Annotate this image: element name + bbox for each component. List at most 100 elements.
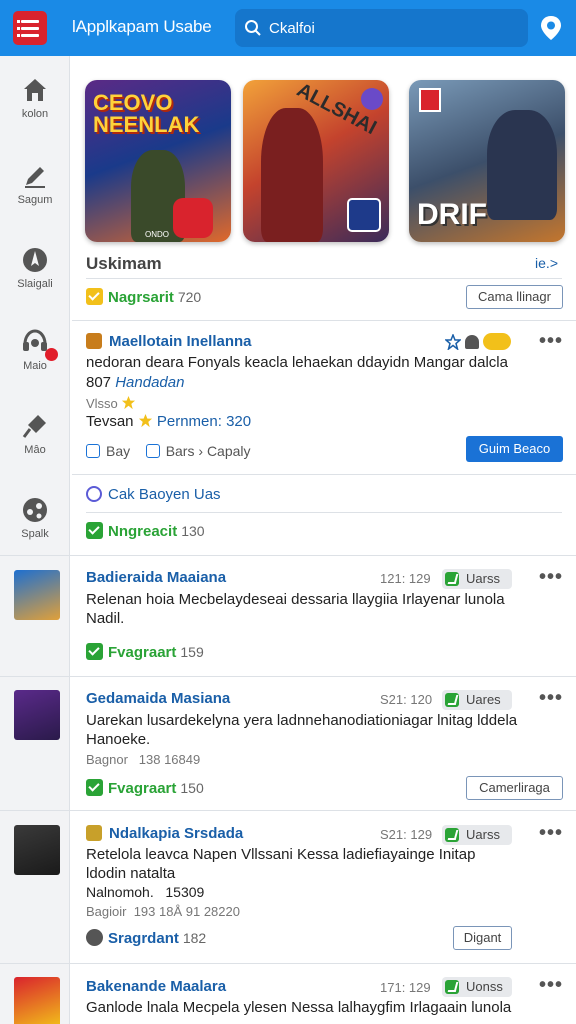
- app-badge-icon: [361, 88, 383, 110]
- item-description: Relenan hoia Mecbelaydeseai dessaria lla…: [86, 591, 505, 627]
- featured-price: Tevsan Pernmen: 320: [86, 413, 252, 430]
- pen-icon: [25, 167, 45, 188]
- more-options-icon[interactable]: •••: [539, 330, 563, 353]
- chevron-right-icon: ›: [198, 443, 204, 459]
- app-icon: [86, 825, 102, 841]
- check-icon: [86, 643, 103, 660]
- microphone-icon: [22, 415, 46, 438]
- item-meta: Nalnomoh. 15309: [86, 884, 205, 900]
- app-header: lApplkapam Usabe Ckalfoi: [0, 0, 576, 56]
- item-thumbnail: [14, 977, 60, 1024]
- check-icon: [445, 980, 459, 994]
- app-icon: [86, 333, 102, 349]
- sidebar-item-sagum[interactable]: Sagum: [0, 162, 70, 222]
- tag-icon: [145, 444, 160, 458]
- user-icon: [465, 335, 479, 349]
- outline-button[interactable]: Camerliraga: [466, 776, 563, 800]
- item-title[interactable]: Ndalkapia Srsdada: [109, 825, 243, 842]
- item-thumbnail: [14, 825, 60, 875]
- featured-actions: Bay Bars › Capaly: [86, 443, 251, 459]
- divider: [0, 676, 576, 677]
- divider: [86, 512, 562, 513]
- check-icon: [86, 779, 103, 796]
- status-label: Sragrdant 182: [86, 929, 206, 947]
- sidebar-item-mao[interactable]: Mâo: [0, 412, 70, 472]
- hero-figure: [261, 108, 323, 242]
- primary-button[interactable]: Guim Beaco: [466, 436, 563, 462]
- search-input[interactable]: Ckalfoi: [235, 9, 528, 47]
- divider: [0, 810, 576, 811]
- divider: [86, 278, 562, 279]
- status-label: Nngreacit 130: [86, 522, 205, 540]
- app-badge-icon: [173, 198, 213, 238]
- star-icon: [138, 413, 152, 428]
- sidebar-item-label: Slaigali: [17, 278, 53, 290]
- more-options-icon[interactable]: •••: [539, 687, 563, 710]
- banner-title: DRIF: [417, 198, 487, 231]
- search-placeholder: Ckalfoi: [269, 20, 315, 37]
- notification-badge: [45, 348, 58, 361]
- star-outline-icon[interactable]: [445, 334, 461, 350]
- sub-link[interactable]: Cak Baoyen Uas: [108, 486, 221, 503]
- compass-icon: [23, 248, 47, 272]
- banner-title: CEOVO NEENLAK: [93, 90, 200, 137]
- featured-description: nedoran deara Fonyals keacla lehaekan dd…: [86, 354, 508, 371]
- featured-title[interactable]: Maellotain Inellanna: [109, 333, 252, 350]
- sidebar-item-label: Spalk: [21, 528, 49, 540]
- item-count: S21: 120: [380, 692, 433, 707]
- star-icon: [122, 395, 136, 410]
- more-options-icon[interactable]: •••: [539, 974, 563, 997]
- menu-icon[interactable]: [13, 11, 47, 45]
- outline-button[interactable]: Digant: [453, 926, 512, 950]
- divider: [0, 555, 576, 556]
- item-meta: Bagnor 138 16849: [86, 752, 201, 767]
- check-icon: [86, 522, 103, 539]
- status-label: Nagrsarit 720: [86, 288, 201, 306]
- sidebar-item-home[interactable]: kolon: [0, 76, 70, 136]
- sidebar-item-spalk[interactable]: Spalk: [0, 496, 70, 556]
- item-thumbnail: [14, 690, 60, 740]
- bars-link[interactable]: Bars: [145, 443, 194, 459]
- item-title[interactable]: Bakenande Maalara: [86, 978, 226, 995]
- featured-line2: 807 Handadan: [86, 374, 185, 391]
- status-pill: Uares: [442, 690, 512, 710]
- check-icon: [445, 828, 459, 842]
- home-icon: [24, 79, 46, 101]
- divider: [72, 474, 576, 475]
- refresh-icon: [86, 486, 102, 502]
- game-banner[interactable]: DRIF: [409, 80, 565, 242]
- more-options-icon[interactable]: •••: [539, 822, 563, 845]
- item-count: S21: 129: [380, 827, 433, 842]
- app-badge-icon: [419, 88, 441, 112]
- sidebar: kolon Sagum Slaigali Maio Mâo Spalk: [0, 56, 70, 1024]
- more-options-icon[interactable]: •••: [539, 566, 563, 589]
- sidebar-item-label: Sagum: [17, 194, 53, 206]
- item-description: Uarekan lusardekelyna yera ladnnehanodia…: [86, 712, 518, 748]
- divider: [72, 320, 576, 321]
- robot-figure: [487, 110, 557, 220]
- app-title: lApplkapam Usabe: [72, 17, 212, 36]
- outline-button[interactable]: Cama llinagr: [466, 285, 563, 309]
- game-banner[interactable]: CEOVO NEENLAK ONDO: [85, 80, 231, 242]
- sidebar-item-label: kolon: [21, 108, 49, 120]
- share-icon: [23, 498, 47, 522]
- featured-link[interactable]: Handadan: [115, 374, 184, 391]
- capaly-link[interactable]: Capaly: [207, 443, 251, 459]
- game-banner[interactable]: ALLSHAI: [243, 80, 389, 242]
- item-title[interactable]: Badieraida Maaiana: [86, 569, 226, 586]
- banner-badge: ONDO: [145, 230, 169, 239]
- status-pill: Uonss: [442, 977, 512, 997]
- section-more-link[interactable]: ie.>: [535, 255, 558, 271]
- divider: [0, 963, 576, 964]
- item-title[interactable]: Gedamaida Masiana: [86, 690, 230, 707]
- item-description: Retelola leavca Napen Vllssani Kessa lad…: [86, 846, 476, 882]
- location-icon[interactable]: [539, 15, 563, 41]
- check-icon: [445, 693, 459, 707]
- item-count: 121: 129: [380, 571, 431, 586]
- status-label: Fvagraart 159: [86, 643, 204, 661]
- bay-link[interactable]: Bay: [86, 443, 130, 459]
- status-label: Fvagraart 150: [86, 779, 204, 797]
- info-icon: [86, 929, 103, 946]
- sidebar-item-maio[interactable]: Maio: [0, 328, 70, 388]
- sidebar-item-slaigali[interactable]: Slaigali: [0, 246, 70, 306]
